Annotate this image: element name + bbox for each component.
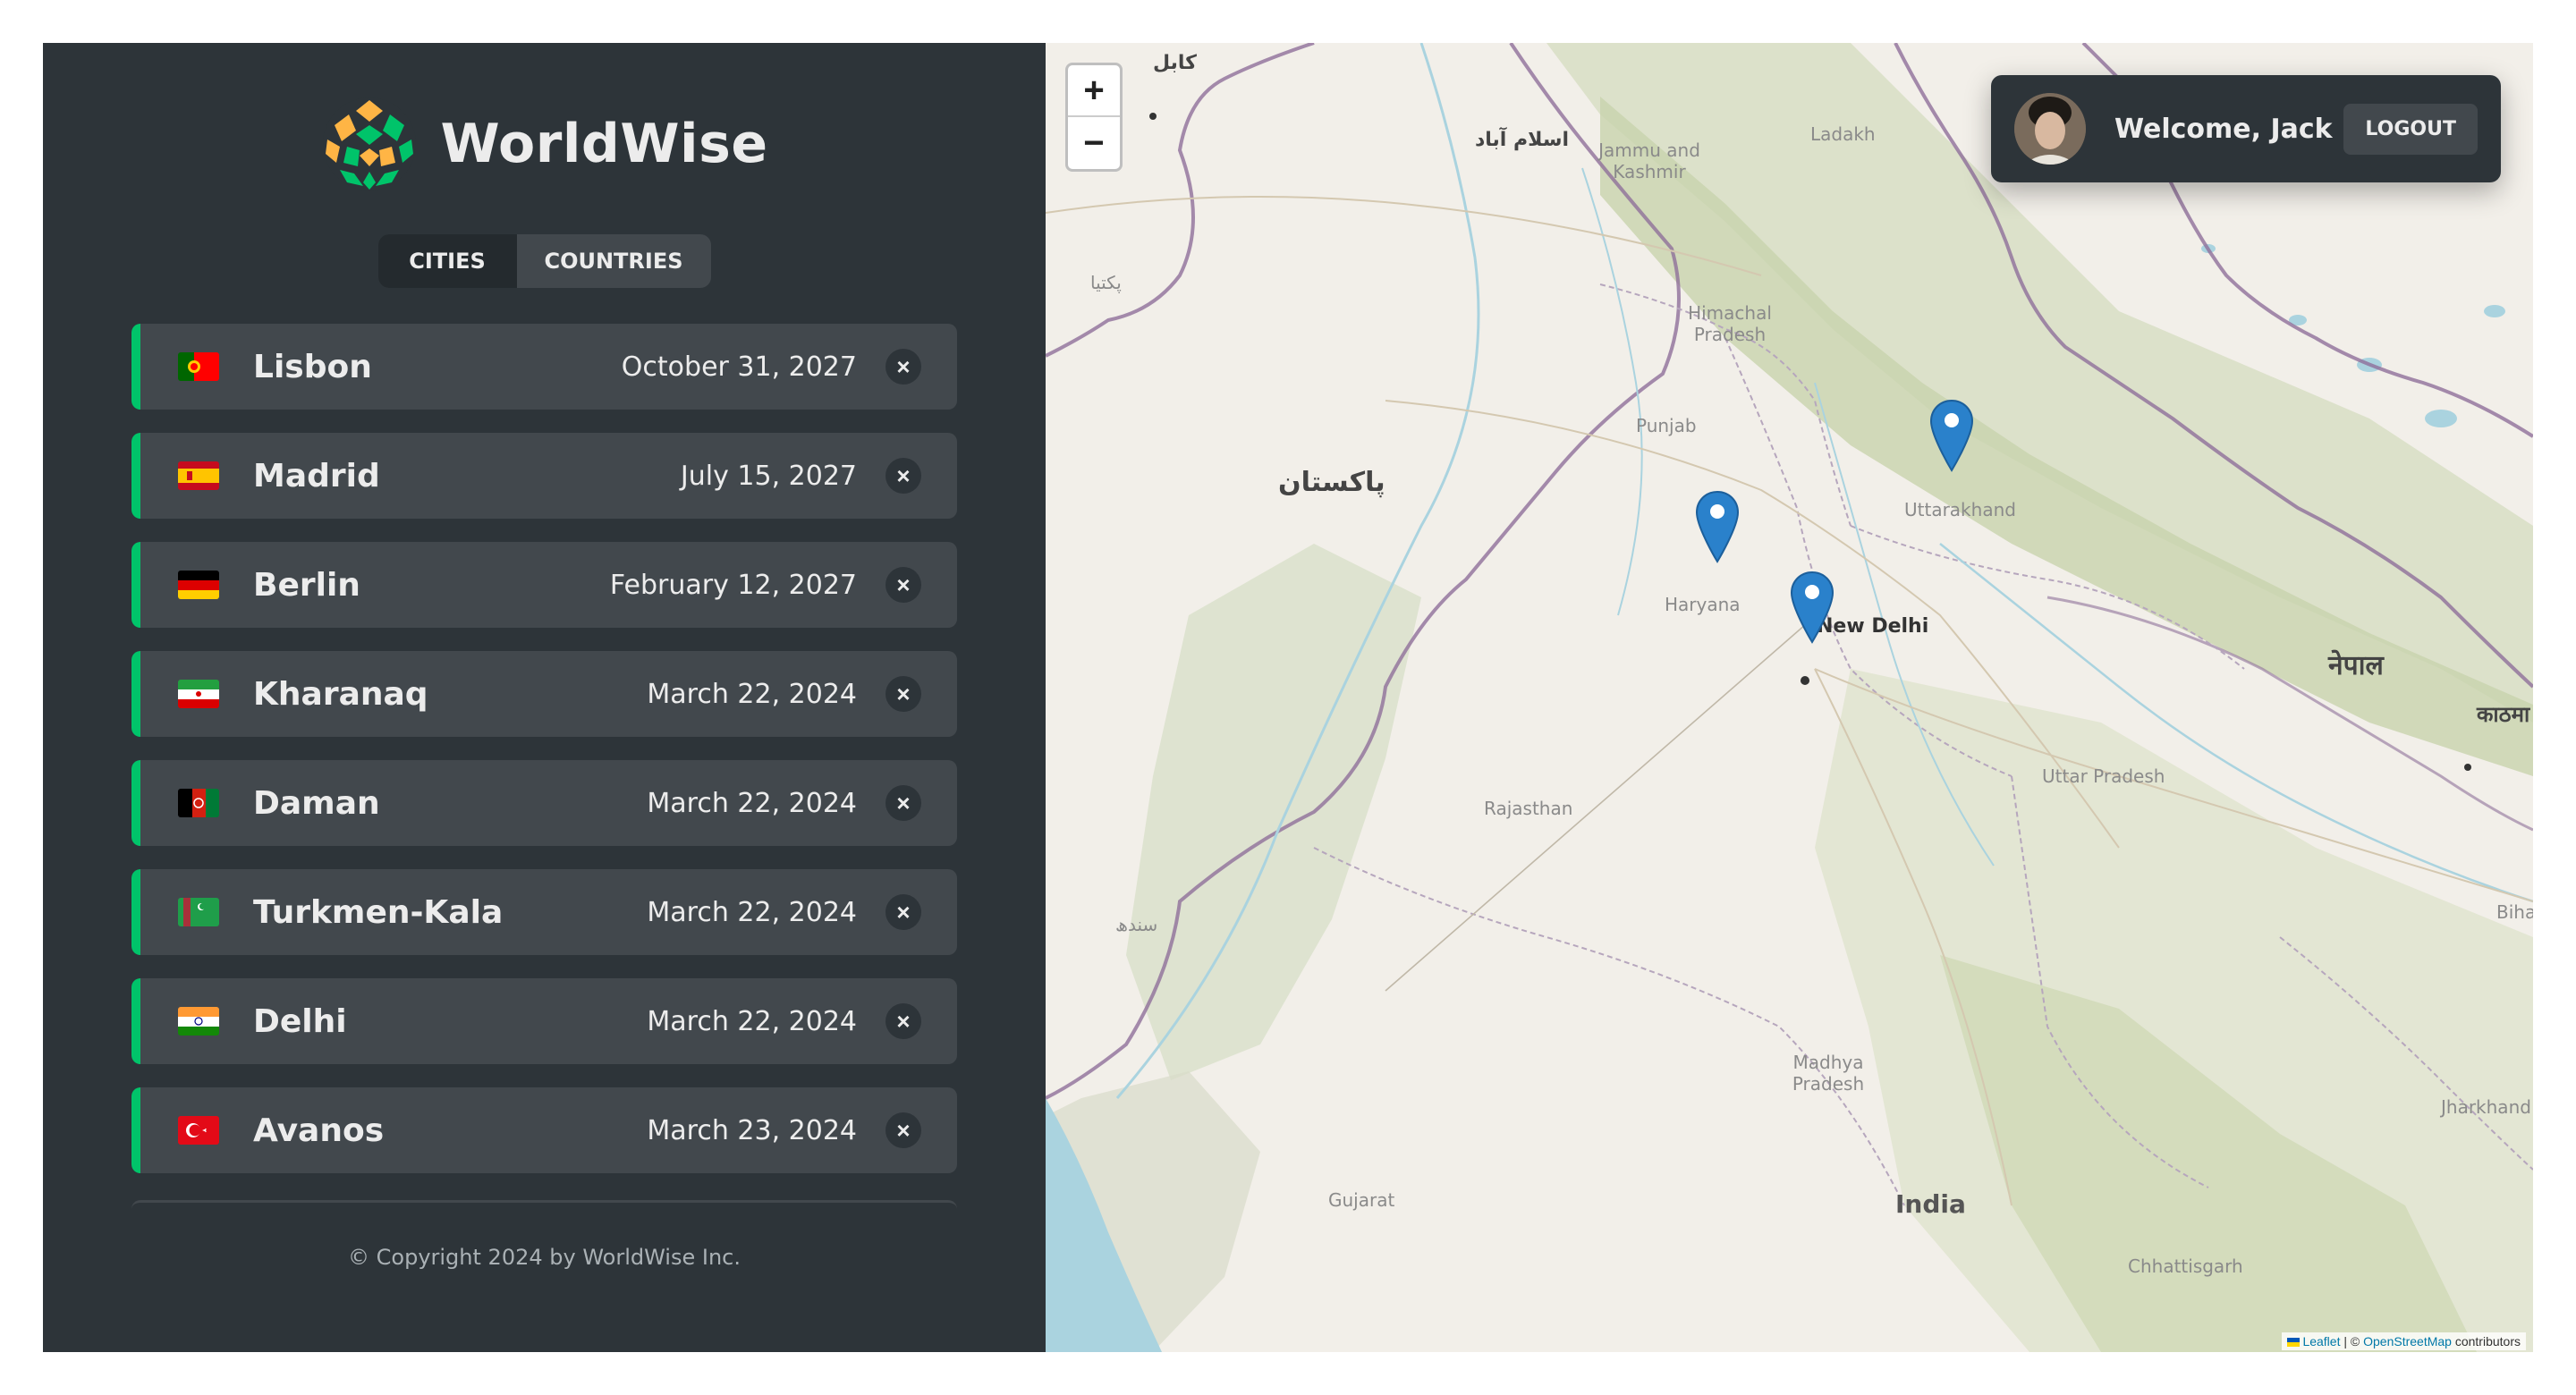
city-item[interactable]: Lisbon October 31, 2027 × xyxy=(131,324,957,410)
map-label-islamabad: اسلام آباد xyxy=(1475,129,1570,151)
portugal-flag-icon xyxy=(178,352,219,381)
map-label-madhya-pradesh: Madhya Pradesh xyxy=(1792,1052,1865,1095)
city-name: Daman xyxy=(253,784,380,822)
attribution-separator: | © xyxy=(2340,1334,2364,1348)
city-item[interactable]: Avanos March 23, 2024 × xyxy=(131,1087,957,1173)
tab-countries[interactable]: Countries xyxy=(517,234,711,288)
map-label-india: India xyxy=(1895,1189,1966,1219)
germany-flag-icon xyxy=(178,571,219,599)
welcome-text: Welcome, Jack xyxy=(2114,113,2333,145)
map-label-ladakh: Ladakh xyxy=(1810,123,1876,145)
city-item[interactable]: Kharanaq March 22, 2024 × xyxy=(131,651,957,737)
city-item[interactable]: Madrid July 15, 2027 × xyxy=(131,433,957,519)
map-label-rajasthan: Rajasthan xyxy=(1484,798,1573,819)
city-date: March 22, 2024 xyxy=(647,896,857,928)
attribution-suffix: contributors xyxy=(2451,1334,2521,1348)
map-label-jharkhand: Jharkhand xyxy=(2441,1096,2531,1118)
city-name: Madrid xyxy=(253,457,380,495)
delete-city-button[interactable]: × xyxy=(886,676,921,712)
city-date: February 12, 2027 xyxy=(609,569,857,601)
app-layout: WorldWise Cities Countries Lisbon Octobe… xyxy=(43,43,2533,1352)
delete-city-button[interactable]: × xyxy=(886,349,921,385)
app-name: WorldWise xyxy=(440,113,768,175)
logout-button[interactable]: Logout xyxy=(2343,103,2478,155)
map-label-chhattisgarh: Chhattisgarh xyxy=(2128,1256,2243,1277)
city-date: March 22, 2024 xyxy=(647,678,857,710)
zoom-out-button[interactable]: − xyxy=(1068,117,1120,169)
city-name: Lisbon xyxy=(253,348,372,385)
map-label-bihar: Bihar xyxy=(2496,901,2533,923)
city-name: Avanos xyxy=(253,1112,385,1149)
city-item[interactable]: Delhi March 22, 2024 × xyxy=(131,978,957,1064)
city-name: Turkmen-Kala xyxy=(253,893,504,931)
city-name: Delhi xyxy=(253,1002,347,1040)
city-date: March 22, 2024 xyxy=(647,1005,857,1037)
avatar xyxy=(2014,93,2086,165)
city-list: Lisbon October 31, 2027 × Madrid July 15… xyxy=(131,324,957,1211)
view-tabs: Cities Countries xyxy=(377,234,711,288)
zoom-in-button[interactable]: + xyxy=(1068,65,1120,117)
city-marker-pin-icon[interactable] xyxy=(1695,490,1740,563)
city-marker-pin-icon[interactable] xyxy=(1790,571,1835,644)
city-item[interactable]: Berlin February 12, 2027 × xyxy=(131,542,957,628)
worldwise-logo-icon xyxy=(323,97,417,190)
delete-city-button[interactable]: × xyxy=(886,1112,921,1148)
city-date: March 23, 2024 xyxy=(647,1114,857,1146)
list-scroll-edge xyxy=(131,1200,957,1211)
map-label-himachal: Himachal Pradesh xyxy=(1688,302,1772,345)
city-date: March 22, 2024 xyxy=(647,787,857,819)
afghanistan-flag-icon xyxy=(178,789,219,817)
spain-flag-icon xyxy=(178,461,219,490)
city-date: October 31, 2027 xyxy=(621,351,857,383)
india-flag-icon xyxy=(178,1007,219,1036)
user-panel: Welcome, Jack Logout xyxy=(1991,75,2501,182)
delete-city-button[interactable]: × xyxy=(886,1003,921,1039)
openstreetmap-link[interactable]: OpenStreetMap xyxy=(2363,1334,2452,1348)
turkmenistan-flag-icon xyxy=(178,898,219,926)
map-label-haryana: Haryana xyxy=(1665,594,1741,615)
city-name: Berlin xyxy=(253,566,360,604)
city-item[interactable]: Turkmen-Kala March 22, 2024 × xyxy=(131,869,957,955)
delete-city-button[interactable]: × xyxy=(886,785,921,821)
map-label-gujarat: Gujarat xyxy=(1328,1189,1395,1211)
map-label-nepal: नेपाल xyxy=(2328,650,2384,681)
map[interactable]: Ladakh Jammu and Kashmir Himachal Prades… xyxy=(1046,43,2533,1352)
map-label-kabul: کابل xyxy=(1153,52,1197,74)
map-label-pakistan: پاکستان xyxy=(1278,467,1385,498)
map-label-uttar-pradesh: Uttar Pradesh xyxy=(2042,765,2165,787)
iran-flag-icon xyxy=(178,680,219,708)
city-name: Kharanaq xyxy=(253,675,428,713)
city-marker-pin-icon[interactable] xyxy=(1929,399,1974,472)
map-tiles[interactable] xyxy=(1046,43,2533,1352)
ukraine-flag-icon xyxy=(2286,1338,2300,1348)
map-label-jammu: Jammu and Kashmir xyxy=(1598,140,1700,182)
map-label-kathmandu: काठमा xyxy=(2477,702,2530,727)
leaflet-link[interactable]: Leaflet xyxy=(2302,1334,2340,1348)
copyright-footer: © Copyright 2024 by WorldWise Inc. xyxy=(348,1245,741,1270)
tab-cities[interactable]: Cities xyxy=(377,234,517,288)
map-label-uttarakhand: Uttarakhand xyxy=(1904,499,2016,520)
delete-city-button[interactable]: × xyxy=(886,894,921,930)
city-date: July 15, 2027 xyxy=(680,460,857,492)
sidebar: WorldWise Cities Countries Lisbon Octobe… xyxy=(43,43,1046,1352)
delete-city-button[interactable]: × xyxy=(886,458,921,494)
map-label-pakhtia: پکتیا xyxy=(1090,272,1122,293)
map-label-sindh: سندھ xyxy=(1115,914,1158,935)
map-attribution: Leaflet | © OpenStreetMap contributors xyxy=(2281,1332,2526,1350)
map-zoom-control: + − xyxy=(1065,63,1123,172)
logo[interactable]: WorldWise xyxy=(320,95,767,193)
city-item[interactable]: Daman March 22, 2024 × xyxy=(131,760,957,846)
map-label-punjab: Punjab xyxy=(1636,415,1697,436)
turkey-flag-icon xyxy=(178,1116,219,1145)
delete-city-button[interactable]: × xyxy=(886,567,921,603)
